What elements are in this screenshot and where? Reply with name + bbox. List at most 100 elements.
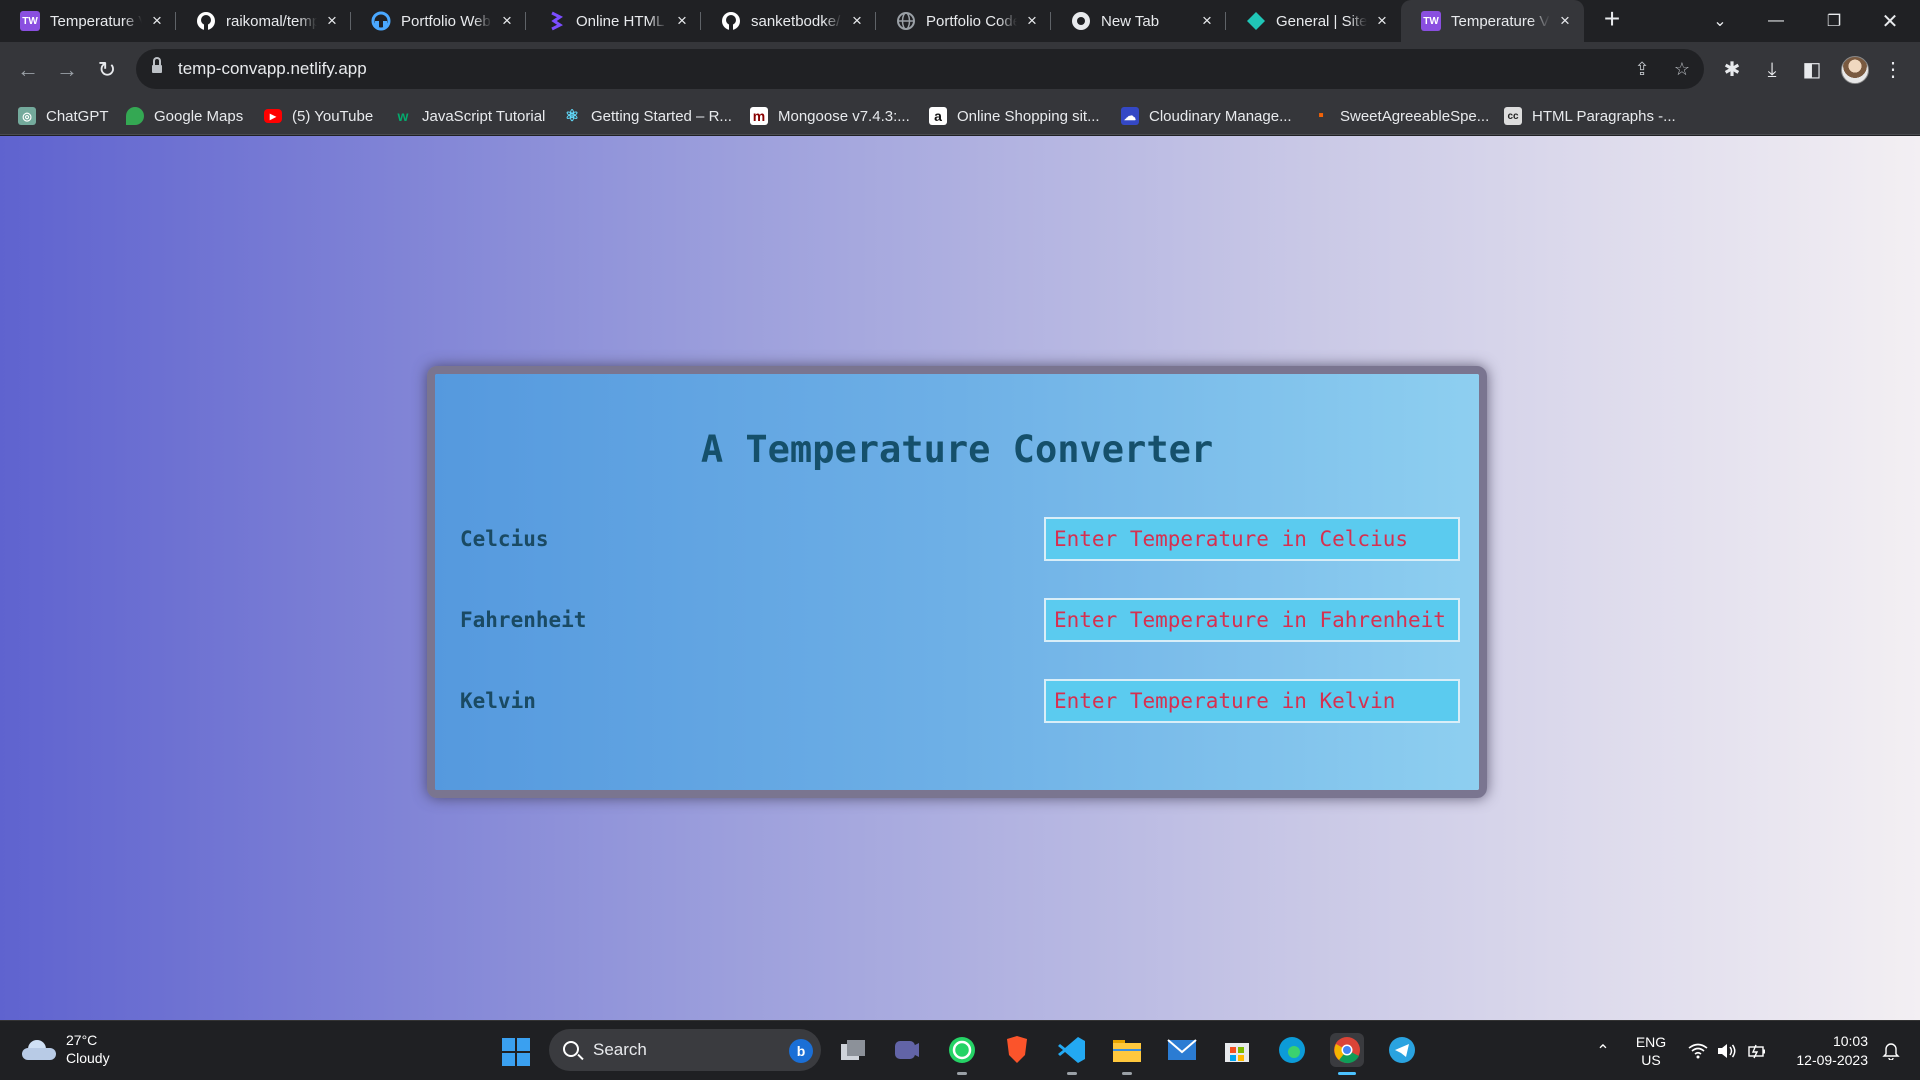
w3schools-icon: w (397, 108, 409, 124)
google-maps-icon (126, 107, 144, 125)
star-icon[interactable]: ☆ (1671, 58, 1693, 80)
volume-icon[interactable] (1714, 1021, 1740, 1080)
windows-start-icon[interactable] (502, 1038, 530, 1066)
tab-online-html[interactable]: Online HTML I × (526, 0, 701, 42)
profile-avatar[interactable] (1841, 56, 1869, 84)
whatsapp-icon[interactable] (945, 1033, 979, 1075)
search-label: Search (593, 1040, 647, 1059)
celcius-input[interactable] (1044, 517, 1460, 561)
fahrenheit-input[interactable] (1044, 598, 1460, 642)
tab-portfolio-code[interactable]: Portfolio Code × (876, 0, 1051, 42)
bookmark-cloudinary[interactable]: ☁ Cloudinary Manage... (1121, 106, 1292, 126)
tab-search-chevron-icon[interactable]: ⌄ (1692, 0, 1748, 42)
close-icon[interactable]: × (148, 12, 166, 30)
close-icon[interactable]: × (1556, 12, 1574, 30)
weather-description: Cloudy (66, 1050, 110, 1066)
bookmark-google-maps[interactable]: Google Maps (126, 106, 243, 126)
kelvin-input[interactable] (1044, 679, 1460, 723)
tab-label: Temperature V (50, 12, 142, 30)
bookmark-youtube[interactable]: ▶ (5) YouTube (264, 106, 373, 126)
netlify-icon (1246, 11, 1266, 31)
wifi-icon[interactable] (1684, 1021, 1712, 1080)
forward-button[interactable]: → (51, 54, 83, 86)
bookmark-sweetagreeable[interactable]: ▪ SweetAgreeableSpe... (1312, 106, 1489, 126)
region-code: US (1641, 1052, 1661, 1068)
fahrenheit-label: Fahrenheit (460, 608, 587, 632)
close-icon[interactable]: × (1373, 12, 1391, 30)
chrome-taskbar-icon[interactable] (1330, 1033, 1364, 1075)
minimize-button[interactable]: — (1748, 0, 1804, 42)
tab-temperature-1[interactable]: TW Temperature V × (0, 0, 176, 42)
share-icon[interactable]: ⇪ (1631, 58, 1653, 80)
clock-time: 10:03 (1832, 1033, 1868, 1049)
converter-card-body: A Temperature Converter Celcius Fahrenhe… (435, 374, 1479, 790)
close-icon[interactable]: × (673, 12, 691, 30)
taskbar-search[interactable]: Search b (549, 1029, 821, 1071)
bookmark-label: Google Maps (154, 107, 244, 125)
notification-icon[interactable] (1876, 1021, 1906, 1080)
brave-icon[interactable] (1000, 1033, 1034, 1067)
weather-widget[interactable]: 27°C Cloudy (22, 1031, 110, 1067)
bookmark-online-shopping[interactable]: a Online Shopping sit... (929, 106, 1100, 126)
replit-icon: ▪ (1318, 107, 1324, 124)
reload-button[interactable]: ↻ (91, 54, 123, 86)
fahrenheit-row: Fahrenheit (435, 598, 1479, 642)
download-icon[interactable]: ⤓ (1759, 57, 1785, 83)
close-icon[interactable]: × (498, 12, 516, 30)
converter-card: A Temperature Converter Celcius Fahrenhe… (427, 366, 1487, 798)
tab-temperature-active[interactable]: TW Temperature V × (1401, 0, 1584, 42)
tab-label: sanketbodke/ (751, 12, 841, 30)
language-indicator[interactable]: ENG US (1628, 1021, 1674, 1080)
bookmark-html-paragraphs[interactable]: cc HTML Paragraphs -... (1504, 106, 1676, 126)
bing-icon[interactable]: b (789, 1039, 813, 1063)
bookmark-label: Online Shopping sit... (957, 107, 1100, 125)
teams-chat-icon[interactable] (890, 1033, 924, 1067)
tab-new-tab[interactable]: New Tab × (1051, 0, 1226, 42)
bookmark-javascript-tutorial[interactable]: w JavaScript Tutorial (394, 106, 546, 126)
menu-icon[interactable]: ⋮ (1880, 57, 1906, 83)
portfolio-icon (371, 11, 391, 31)
close-window-button[interactable]: ✕ (1862, 0, 1918, 42)
bookmark-label: Mongoose v7.4.3:... (778, 107, 910, 125)
lock-icon (152, 57, 162, 75)
bookmark-mongoose[interactable]: m Mongoose v7.4.3:... (750, 106, 910, 126)
side-panel-icon[interactable]: ◧ (1799, 57, 1825, 83)
tab-github-sanketbodke[interactable]: sanketbodke/ × (701, 0, 876, 42)
bookmark-chatgpt[interactable]: ◎ ChatGPT (18, 106, 109, 126)
extensions-icon[interactable]: ✱ (1719, 57, 1745, 83)
microsoft-store-icon[interactable] (1220, 1033, 1254, 1067)
kelvin-label: Kelvin (460, 689, 536, 713)
close-icon[interactable]: × (323, 12, 341, 30)
close-icon[interactable]: × (848, 12, 866, 30)
search-icon (563, 1041, 579, 1057)
file-explorer-icon[interactable] (1110, 1033, 1144, 1075)
tab-strip: TW Temperature V × raikomal/temp × Portf… (0, 0, 1920, 42)
telegram-icon[interactable] (1385, 1033, 1419, 1067)
url-text[interactable]: temp-convapp.netlify.app (178, 59, 367, 79)
back-button[interactable]: ← (12, 54, 44, 86)
restore-button[interactable]: ❐ (1806, 0, 1862, 42)
tab-netlify-general[interactable]: General | Site × (1226, 0, 1401, 42)
vscode-icon[interactable] (1055, 1033, 1089, 1075)
edge-icon[interactable] (1275, 1033, 1309, 1067)
tab-label: Online HTML I (576, 12, 667, 30)
tab-portfolio-web[interactable]: Portfolio Web × (351, 0, 526, 42)
show-hidden-icons-chevron[interactable]: ⌃ (1588, 1021, 1618, 1080)
html-editor-icon (546, 11, 566, 31)
windows-taskbar: 27°C Cloudy Search b ⌃ ENG US 10:03 12-0… (0, 1020, 1920, 1080)
address-bar[interactable]: temp-convapp.netlify.app ⇪ ☆ (136, 49, 1704, 89)
close-icon[interactable]: × (1198, 12, 1216, 30)
mail-icon[interactable] (1165, 1033, 1199, 1067)
new-tab-button[interactable]: + (1598, 5, 1626, 34)
battery-icon[interactable] (1744, 1021, 1770, 1080)
task-view-icon[interactable] (836, 1033, 870, 1067)
tab-label: General | Site (1276, 12, 1367, 30)
cloudinary-icon: ☁ (1121, 107, 1139, 125)
clock[interactable]: 10:03 12-09-2023 (1780, 1021, 1872, 1080)
bookmarks-bar: ◎ ChatGPT Google Maps ▶ (5) YouTube w Ja… (0, 97, 1920, 135)
tab-github-raikomal[interactable]: raikomal/temp × (176, 0, 351, 42)
bookmark-label: (5) YouTube (292, 107, 374, 125)
bookmark-getting-started-react[interactable]: ⚛ Getting Started – R... (563, 106, 732, 126)
kelvin-row: Kelvin (435, 679, 1479, 723)
close-icon[interactable]: × (1023, 12, 1041, 30)
